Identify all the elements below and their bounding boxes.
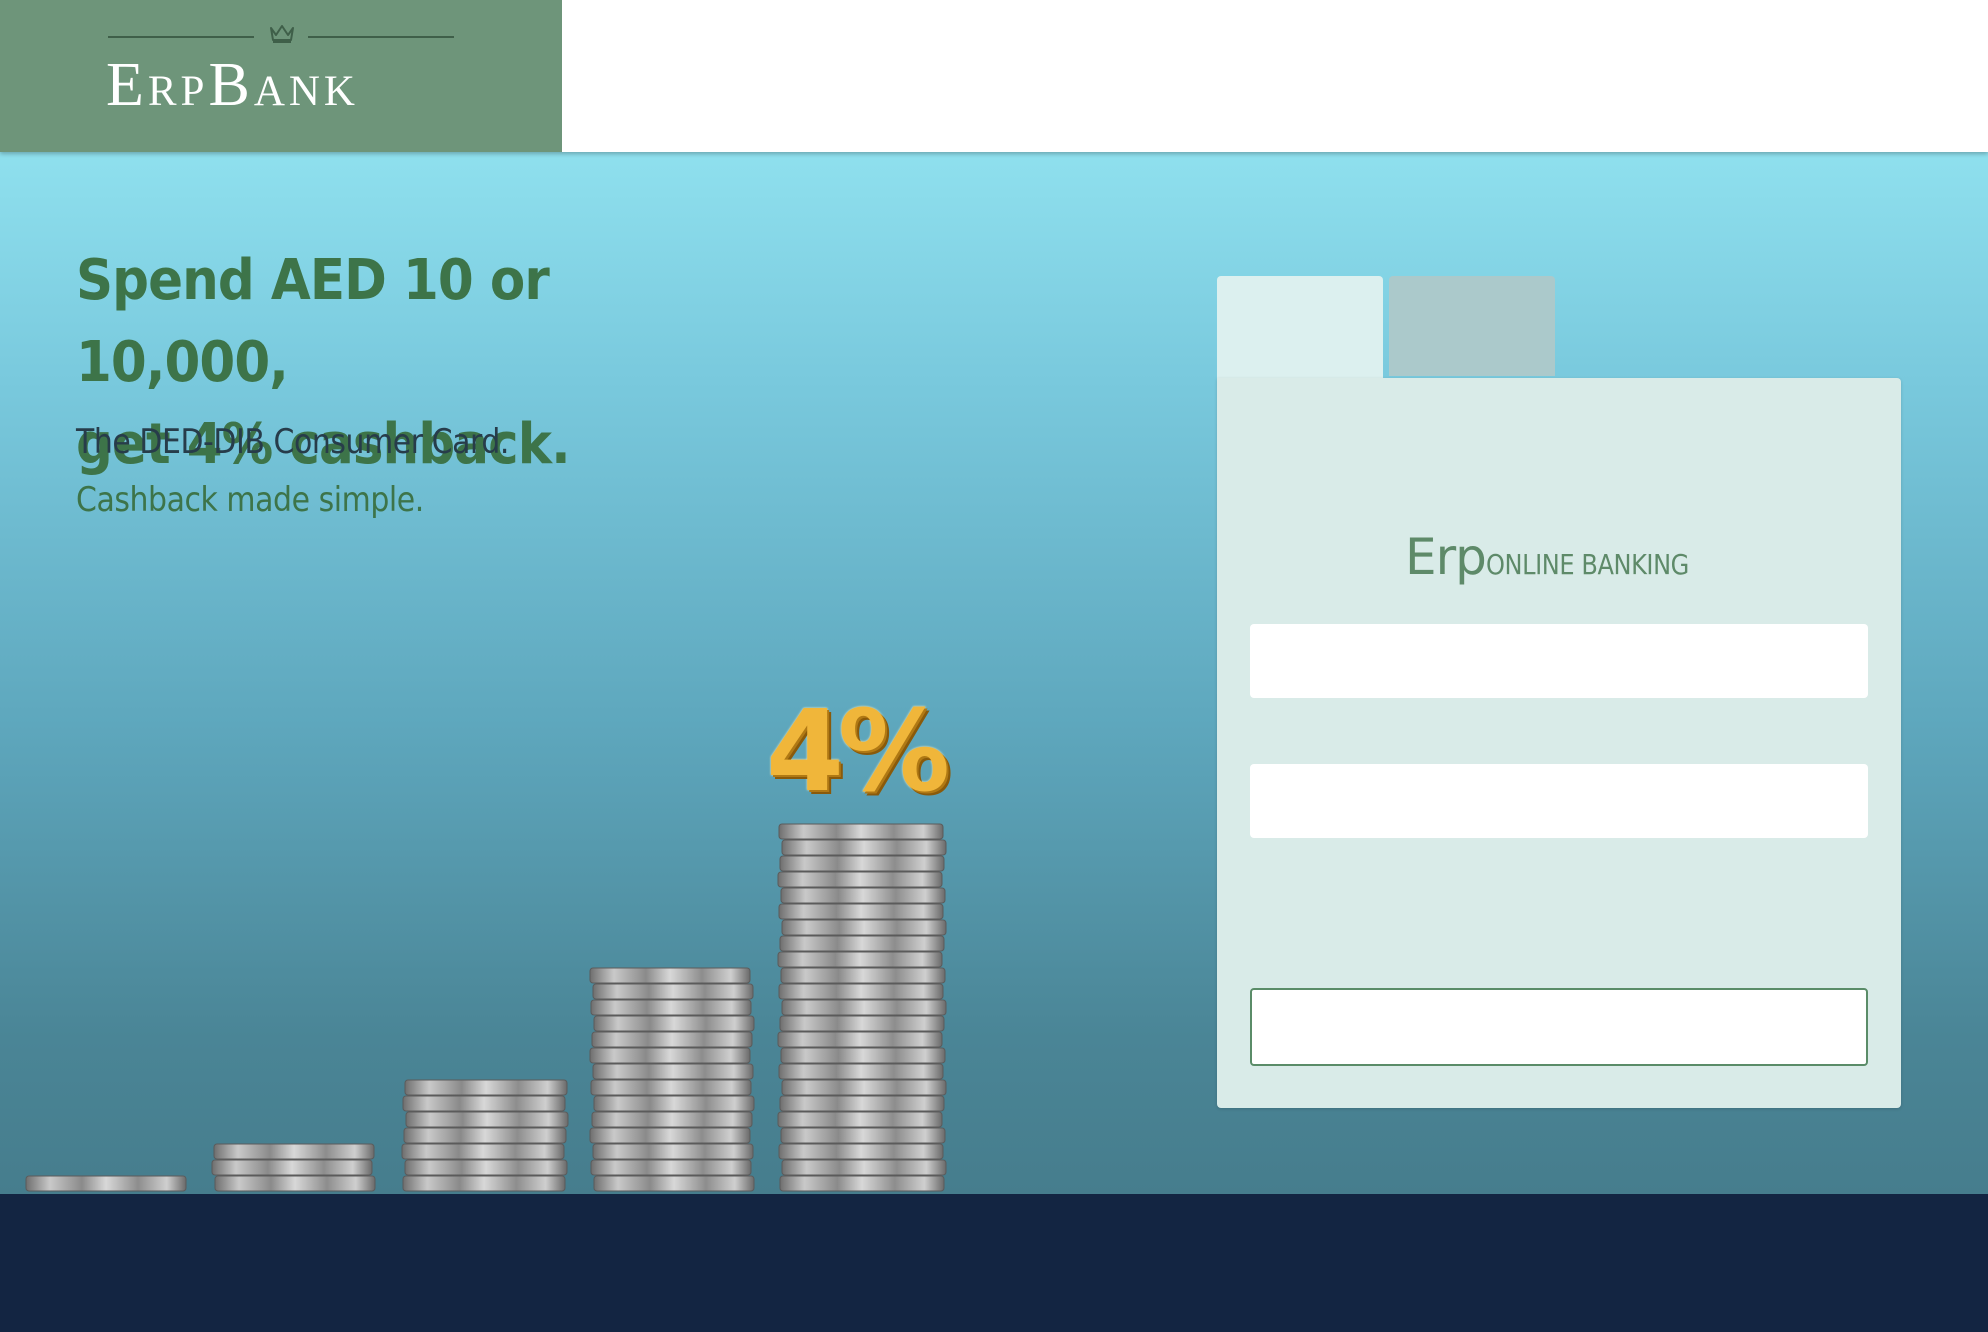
logo-ornament — [108, 22, 454, 52]
coin — [590, 1079, 752, 1096]
coin — [781, 919, 947, 936]
coin — [589, 1047, 751, 1064]
login-tabs — [1217, 276, 1557, 380]
online-banking-brand-suffix: ONLINE BANKING — [1485, 548, 1689, 581]
username-input[interactable] — [1250, 624, 1868, 698]
coin — [404, 1079, 568, 1096]
coin — [589, 1127, 751, 1144]
coin — [592, 983, 754, 1000]
coin — [779, 1175, 945, 1192]
coin — [781, 1159, 947, 1176]
password-input[interactable] — [1250, 764, 1868, 838]
coin-stack — [25, 1175, 187, 1192]
top-header: ErpBank — [0, 0, 1988, 152]
hero-headline-line1: Spend AED 10 or 10,000, — [76, 248, 550, 395]
login-panel: ErpONLINE BANKING — [1217, 378, 1901, 1108]
coin — [781, 1079, 947, 1096]
logo-rule-right — [308, 36, 454, 38]
coin — [778, 1143, 944, 1160]
coin — [778, 823, 944, 840]
coin — [404, 1159, 568, 1176]
online-banking-brand-prefix: Erp — [1405, 528, 1487, 586]
page: ErpBank Spend AED 10 or 10,000, get 4% c… — [0, 0, 1988, 1332]
coin — [593, 1015, 755, 1032]
online-banking-title: ErpONLINE BANKING — [1405, 528, 1722, 586]
coin — [780, 1127, 946, 1144]
coin — [781, 999, 947, 1016]
crown-icon — [270, 25, 294, 43]
coin — [778, 983, 944, 1000]
logo-wordmark: ErpBank — [106, 51, 359, 119]
coin — [402, 1095, 566, 1112]
coin — [780, 967, 946, 984]
coin — [591, 1031, 753, 1048]
coin — [590, 1159, 752, 1176]
coin-stack — [589, 967, 755, 1192]
coin — [780, 887, 946, 904]
coin — [590, 999, 752, 1016]
coin — [405, 1111, 569, 1128]
coin — [779, 935, 945, 952]
coin — [592, 1143, 754, 1160]
coin-stack — [211, 1143, 376, 1192]
tab-business[interactable] — [1389, 276, 1555, 376]
coin — [591, 1111, 753, 1128]
logo-rule-left — [108, 36, 254, 38]
coin — [779, 855, 945, 872]
footer-band — [0, 1194, 1988, 1332]
coin — [781, 839, 947, 856]
coin — [777, 951, 943, 968]
coin-stack — [777, 823, 947, 1192]
coin — [589, 967, 751, 984]
login-button[interactable] — [1250, 988, 1868, 1066]
coin — [777, 1111, 943, 1128]
coin — [25, 1175, 187, 1192]
coin — [777, 1031, 943, 1048]
coin — [779, 1095, 945, 1112]
coin — [211, 1159, 373, 1176]
coin — [778, 903, 944, 920]
coin — [777, 871, 943, 888]
coin — [778, 1063, 944, 1080]
coin — [593, 1095, 755, 1112]
coin — [401, 1143, 565, 1160]
coin — [779, 1015, 945, 1032]
coin — [780, 1047, 946, 1064]
hero-subline-card: The DED-DIB Consumer Card. — [76, 422, 509, 462]
tab-personal[interactable] — [1217, 276, 1383, 380]
coin — [403, 1127, 567, 1144]
cashback-percent-badge: 4% — [766, 687, 950, 817]
hero-subline-tagline: Cashback made simple. — [76, 480, 424, 520]
coin — [214, 1175, 376, 1192]
coin — [402, 1175, 566, 1192]
coin — [213, 1143, 375, 1160]
coin — [593, 1175, 755, 1192]
logo[interactable]: ErpBank — [0, 0, 562, 152]
coin — [592, 1063, 754, 1080]
coin-stack — [401, 1079, 569, 1192]
